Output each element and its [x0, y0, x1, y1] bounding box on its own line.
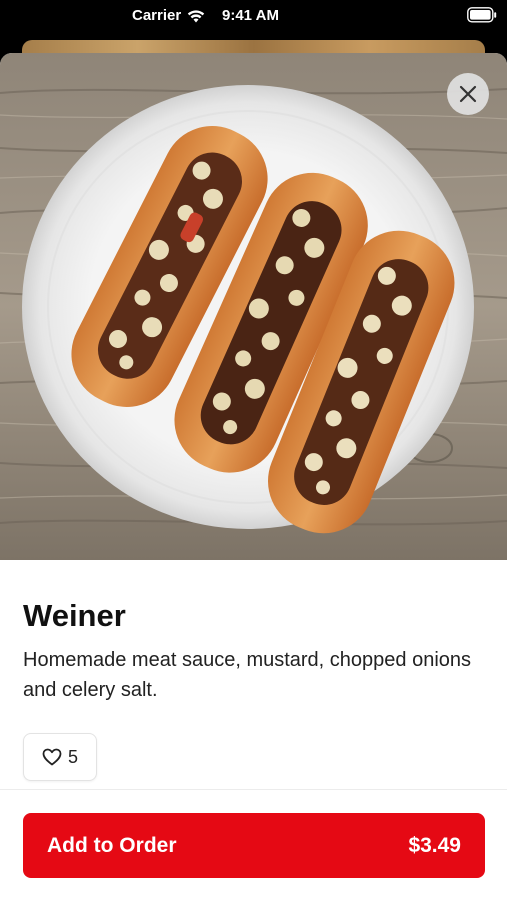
footer-divider — [0, 789, 507, 790]
item-detail-sheet: Weiner Homemade meat sauce, mustard, cho… — [0, 53, 507, 900]
close-button[interactable] — [447, 73, 489, 115]
like-button[interactable]: 5 — [23, 733, 97, 781]
item-description: Homemade meat sauce, mustard, chopped on… — [23, 649, 472, 701]
carrier-group: Carrier — [132, 7, 205, 24]
add-to-order-button[interactable]: Add to Order $3.49 — [23, 813, 485, 878]
status-bar: Carrier 9:41 AM — [0, 0, 507, 32]
item-photo — [0, 53, 507, 560]
add-to-order-label: Add to Order — [47, 833, 177, 857]
carrier-label: Carrier — [132, 7, 182, 24]
heart-icon — [42, 748, 62, 766]
close-icon — [459, 85, 477, 103]
wifi-icon — [188, 9, 205, 22]
item-price: $3.49 — [408, 833, 461, 857]
item-name: Weiner — [23, 598, 126, 633]
like-count: 5 — [67, 746, 78, 767]
battery-icon — [467, 7, 497, 23]
hot-dogs-on-plate-photo — [0, 53, 507, 560]
status-time: 9:41 AM — [222, 7, 279, 24]
